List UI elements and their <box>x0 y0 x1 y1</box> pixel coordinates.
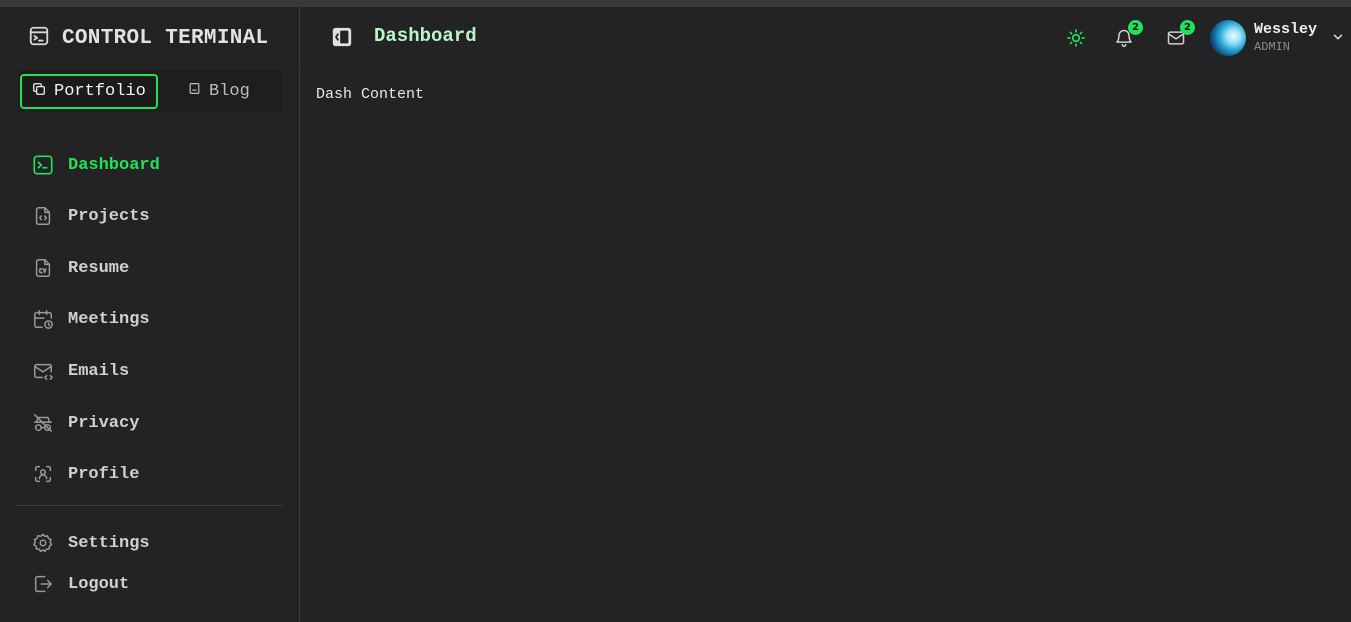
sidebar-item-label: Settings <box>68 533 150 553</box>
sidebar-divider <box>16 505 283 506</box>
brand-title: CONTROL TERMINAL <box>62 27 269 50</box>
sidebar-item-meetings[interactable]: Meetings <box>32 308 150 330</box>
blog-tab[interactable]: Blog <box>188 74 250 109</box>
theme-toggle-sun-icon[interactable] <box>1065 27 1087 49</box>
privacy-off-icon <box>32 412 54 434</box>
chevron-down-icon <box>1331 30 1345 49</box>
sidebar-item-label: Emails <box>68 361 130 381</box>
top-bar: Dashboard 2 2 Wessley ADMIN <box>300 7 1351 67</box>
sidebar-item-projects[interactable]: Projects <box>32 205 150 227</box>
portfolio-tab[interactable]: Portfolio <box>20 74 158 109</box>
code-file-icon <box>32 205 54 227</box>
sidebar-item-profile[interactable]: Profile <box>32 463 139 485</box>
blog-tab-label: Blog <box>209 82 250 101</box>
document-icon <box>188 82 201 101</box>
main-content: Dash Content <box>316 86 425 103</box>
sidebar-item-label: Projects <box>68 206 150 226</box>
gear-icon <box>32 532 54 554</box>
section-switcher: Portfolio Blog <box>18 70 283 113</box>
user-info: Wessley ADMIN <box>1254 22 1317 54</box>
face-scan-icon <box>32 463 54 485</box>
mail-code-icon <box>32 360 54 382</box>
sidebar-item-privacy[interactable]: Privacy <box>32 412 139 434</box>
brand: CONTROL TERMINAL <box>28 25 268 52</box>
user-menu[interactable]: Wessley ADMIN <box>1210 20 1345 56</box>
sidebar-toggle-icon[interactable] <box>331 26 353 53</box>
sidebar: CONTROL TERMINAL Portfolio Blog Dashboar… <box>0 7 300 622</box>
logout-icon <box>32 573 54 595</box>
terminal-icon <box>32 154 54 176</box>
messages-mail-icon[interactable]: 2 <box>1165 20 1195 49</box>
sidebar-item-dashboard[interactable]: Dashboard <box>32 154 160 176</box>
user-role: ADMIN <box>1254 39 1291 54</box>
cv-file-icon <box>32 257 54 279</box>
sidebar-item-label: Profile <box>68 464 140 484</box>
notifications-bell-icon[interactable]: 2 <box>1113 20 1143 49</box>
sidebar-item-resume[interactable]: Resume <box>32 257 129 279</box>
messages-badge: 2 <box>1180 20 1195 35</box>
terminal-window-icon <box>28 25 50 52</box>
notifications-badge: 2 <box>1128 20 1143 35</box>
sidebar-item-settings[interactable]: Settings <box>32 532 150 554</box>
sidebar-item-label: Meetings <box>68 309 150 329</box>
sidebar-item-label: Resume <box>68 258 130 278</box>
page-title: Dashboard <box>374 25 477 47</box>
sidebar-item-label: Dashboard <box>68 155 160 175</box>
copy-icon <box>32 82 46 102</box>
sidebar-item-emails[interactable]: Emails <box>32 360 129 382</box>
window-top-strip <box>0 0 1351 7</box>
calendar-clock-icon <box>32 308 54 330</box>
portfolio-tab-label: Portfolio <box>54 82 146 101</box>
sidebar-item-label: Privacy <box>68 413 140 433</box>
user-name: Wessley <box>1254 21 1318 39</box>
avatar <box>1210 20 1246 56</box>
sidebar-item-label: Logout <box>68 574 130 594</box>
sidebar-item-logout[interactable]: Logout <box>32 573 129 595</box>
